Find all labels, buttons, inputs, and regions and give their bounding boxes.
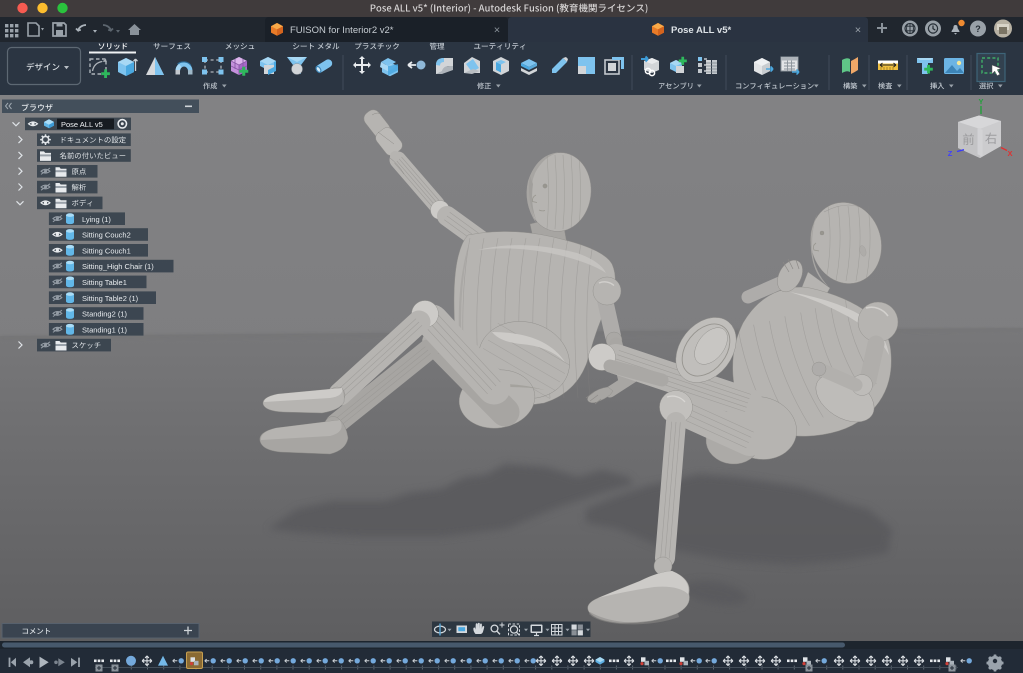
svg-text:Lying (1): Lying (1) xyxy=(82,215,111,224)
svg-text:×: × xyxy=(855,25,861,37)
svg-text:Standing2 (1): Standing2 (1) xyxy=(82,310,128,319)
svg-text:Z: Z xyxy=(948,149,953,158)
svg-text:Standing1 (1): Standing1 (1) xyxy=(82,325,128,334)
svg-text:X: X xyxy=(1007,149,1012,158)
svg-text:Y: Y xyxy=(978,97,983,106)
svg-text:Sitting Couch2: Sitting Couch2 xyxy=(82,231,131,240)
svg-text:?: ? xyxy=(975,24,981,34)
svg-text:Pose ALL v5*: Pose ALL v5* xyxy=(671,25,731,36)
svg-text:FUISON for Interior2 v2*: FUISON for Interior2 v2* xyxy=(290,25,394,36)
svg-text:Sitting Table1: Sitting Table1 xyxy=(82,278,127,287)
svg-text:Sitting_High Chair (1): Sitting_High Chair (1) xyxy=(82,262,154,271)
svg-text:Sitting Table2 (1): Sitting Table2 (1) xyxy=(82,294,139,303)
svg-text:Sitting Couch1: Sitting Couch1 xyxy=(82,246,131,255)
svg-text:×: × xyxy=(494,25,500,37)
svg-text:Pose ALL v5: Pose ALL v5 xyxy=(61,120,103,129)
